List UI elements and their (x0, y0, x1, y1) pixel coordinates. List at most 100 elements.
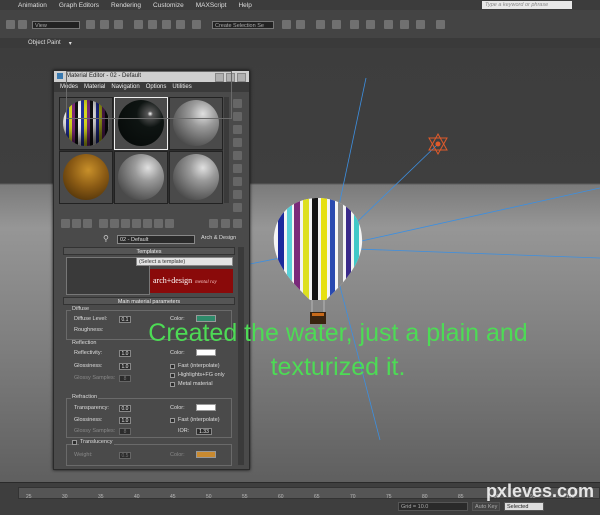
sample-uv-tiling-icon[interactable] (232, 138, 242, 147)
eyedropper-icon[interactable]: ⚲ (103, 234, 109, 243)
menu-help[interactable]: Help (238, 2, 251, 9)
align-icon[interactable] (296, 20, 305, 29)
template-select[interactable]: (Select a template) (136, 257, 233, 266)
chevron-down-icon[interactable]: ▾ (69, 40, 72, 47)
sample-slot-4[interactable] (59, 151, 113, 204)
camera-frustum-line (329, 187, 600, 249)
ior-spinner[interactable]: 1.33 (196, 428, 212, 435)
translucency-color-label: Color: (170, 452, 185, 458)
timeline-tick-label: 60 (278, 494, 284, 500)
caption-line-2: texturized it. (270, 353, 406, 381)
render-setup-icon[interactable] (384, 20, 393, 29)
tutorial-caption: Created the water, just a plain and text… (88, 316, 588, 384)
timeline-tick-label: 85 (458, 494, 464, 500)
schematic-view-icon[interactable] (350, 20, 359, 29)
logo-text: arch+design (153, 276, 193, 285)
refraction-glossy-samples-spinner[interactable]: 8 (119, 428, 131, 435)
material-type-button[interactable]: Arch & Design (201, 235, 236, 241)
material-name-row: ⚲ 02 - Default Arch & Design (59, 234, 244, 245)
hot-air-balloon (273, 198, 363, 324)
make-unique-icon[interactable] (121, 219, 130, 228)
timeline-tick-label: 75 (386, 494, 392, 500)
rotate-icon[interactable] (148, 20, 157, 29)
select-by-name-icon[interactable] (100, 20, 109, 29)
unlink-icon[interactable] (18, 20, 27, 29)
material-editor-window[interactable]: Material Editor - 02 - Default Modes Mat… (53, 70, 250, 470)
object-paint-tab[interactable]: Object Paint (28, 40, 61, 46)
video-color-check-icon[interactable] (232, 151, 242, 160)
options-icon[interactable] (232, 177, 242, 186)
mirror-icon[interactable] (282, 20, 291, 29)
timeline-tick-label: 70 (350, 494, 356, 500)
main-toolbar: View Create Selection Se (0, 10, 600, 39)
rendered-frame-icon[interactable] (400, 20, 409, 29)
close-icon[interactable] (237, 73, 246, 82)
teapot-render-icon[interactable] (436, 20, 445, 29)
get-material-icon[interactable] (61, 219, 70, 228)
camera-frustum-line (329, 247, 600, 259)
grid-readout: Grid = 10.0 (398, 502, 468, 511)
timeline-tick-label: 35 (98, 494, 104, 500)
timeline-tick-label: 40 (134, 494, 140, 500)
menu-customize[interactable]: Customize (153, 2, 184, 9)
make-preview-icon[interactable] (232, 164, 242, 173)
assign-material-icon[interactable] (83, 219, 92, 228)
help-search-input[interactable]: Type a keyword or phrase (482, 1, 572, 9)
translucency-weight-spinner[interactable]: 0.5 (119, 452, 131, 459)
backlight-icon[interactable] (232, 112, 242, 121)
reflection-group (66, 71, 232, 119)
refraction-glossiness-spinner[interactable]: 1.0 (119, 417, 131, 424)
named-selection-combo[interactable]: Create Selection Se (212, 21, 274, 29)
refraction-glossiness-label: Glossiness: (74, 417, 103, 423)
auto-key-button[interactable]: Auto Key (472, 502, 500, 511)
sample-slot-5[interactable] (114, 151, 168, 204)
app-icon (57, 73, 63, 79)
material-id-icon[interactable] (143, 219, 152, 228)
go-down-icon[interactable] (233, 219, 242, 228)
put-to-library-icon[interactable] (132, 219, 141, 228)
snaps-icon[interactable] (192, 20, 201, 29)
select-icon[interactable] (86, 20, 95, 29)
select-by-material-icon[interactable] (232, 190, 242, 199)
main-params-rollout-header[interactable]: Main material parameters (63, 297, 235, 305)
region-select-icon[interactable] (114, 20, 123, 29)
put-material-icon[interactable] (72, 219, 81, 228)
refraction-color-swatch[interactable] (196, 404, 216, 411)
refraction-fast-interp-checkbox[interactable] (170, 418, 175, 423)
curve-editor-icon[interactable] (332, 20, 341, 29)
show-map-icon[interactable] (154, 219, 163, 228)
timeline-tick-label: 25 (26, 494, 32, 500)
sample-type-icon[interactable] (232, 99, 242, 108)
material-editor-icon[interactable] (366, 20, 375, 29)
sample-slot-6[interactable] (169, 151, 223, 204)
translucency-checkbox[interactable] (72, 440, 77, 445)
logo-subtext: mental ray (195, 280, 217, 285)
go-forward-sibling-icon[interactable] (221, 219, 230, 228)
refraction-color-label: Color: (170, 405, 185, 411)
background-icon[interactable] (232, 125, 242, 134)
percent-snap-icon[interactable] (162, 20, 171, 29)
refraction-glossy-samples-label: Glossy Samples: (74, 428, 116, 434)
copy-material-icon[interactable] (110, 219, 119, 228)
material-map-navigator-icon[interactable] (232, 203, 242, 212)
transparency-spinner[interactable]: 0.0 (119, 405, 131, 412)
material-name-field[interactable]: 02 - Default (117, 235, 195, 244)
menu-maxscript[interactable]: MAXScript (196, 2, 227, 9)
layer-manager-icon[interactable] (316, 20, 325, 29)
move-icon[interactable] (134, 20, 143, 29)
menu-animation[interactable]: Animation (18, 2, 47, 9)
templates-rollout-header[interactable]: Templates (63, 247, 235, 255)
spinner-snap-icon[interactable] (176, 20, 185, 29)
reference-coord-combo[interactable]: View (32, 21, 80, 29)
go-to-parent-icon[interactable] (209, 219, 218, 228)
ribbon-bar: Object Paint ▾ (0, 38, 600, 48)
render-icon[interactable] (416, 20, 425, 29)
reset-map-icon[interactable] (99, 219, 108, 228)
menu-graph-editors[interactable]: Graph Editors (59, 2, 99, 9)
menu-rendering[interactable]: Rendering (111, 2, 141, 9)
show-end-result-icon[interactable] (165, 219, 174, 228)
translucency-color-swatch[interactable] (196, 451, 216, 458)
refraction-group-label: Refraction (71, 394, 99, 400)
key-filter-select[interactable]: Selected (504, 502, 544, 511)
link-icon[interactable] (6, 20, 15, 29)
